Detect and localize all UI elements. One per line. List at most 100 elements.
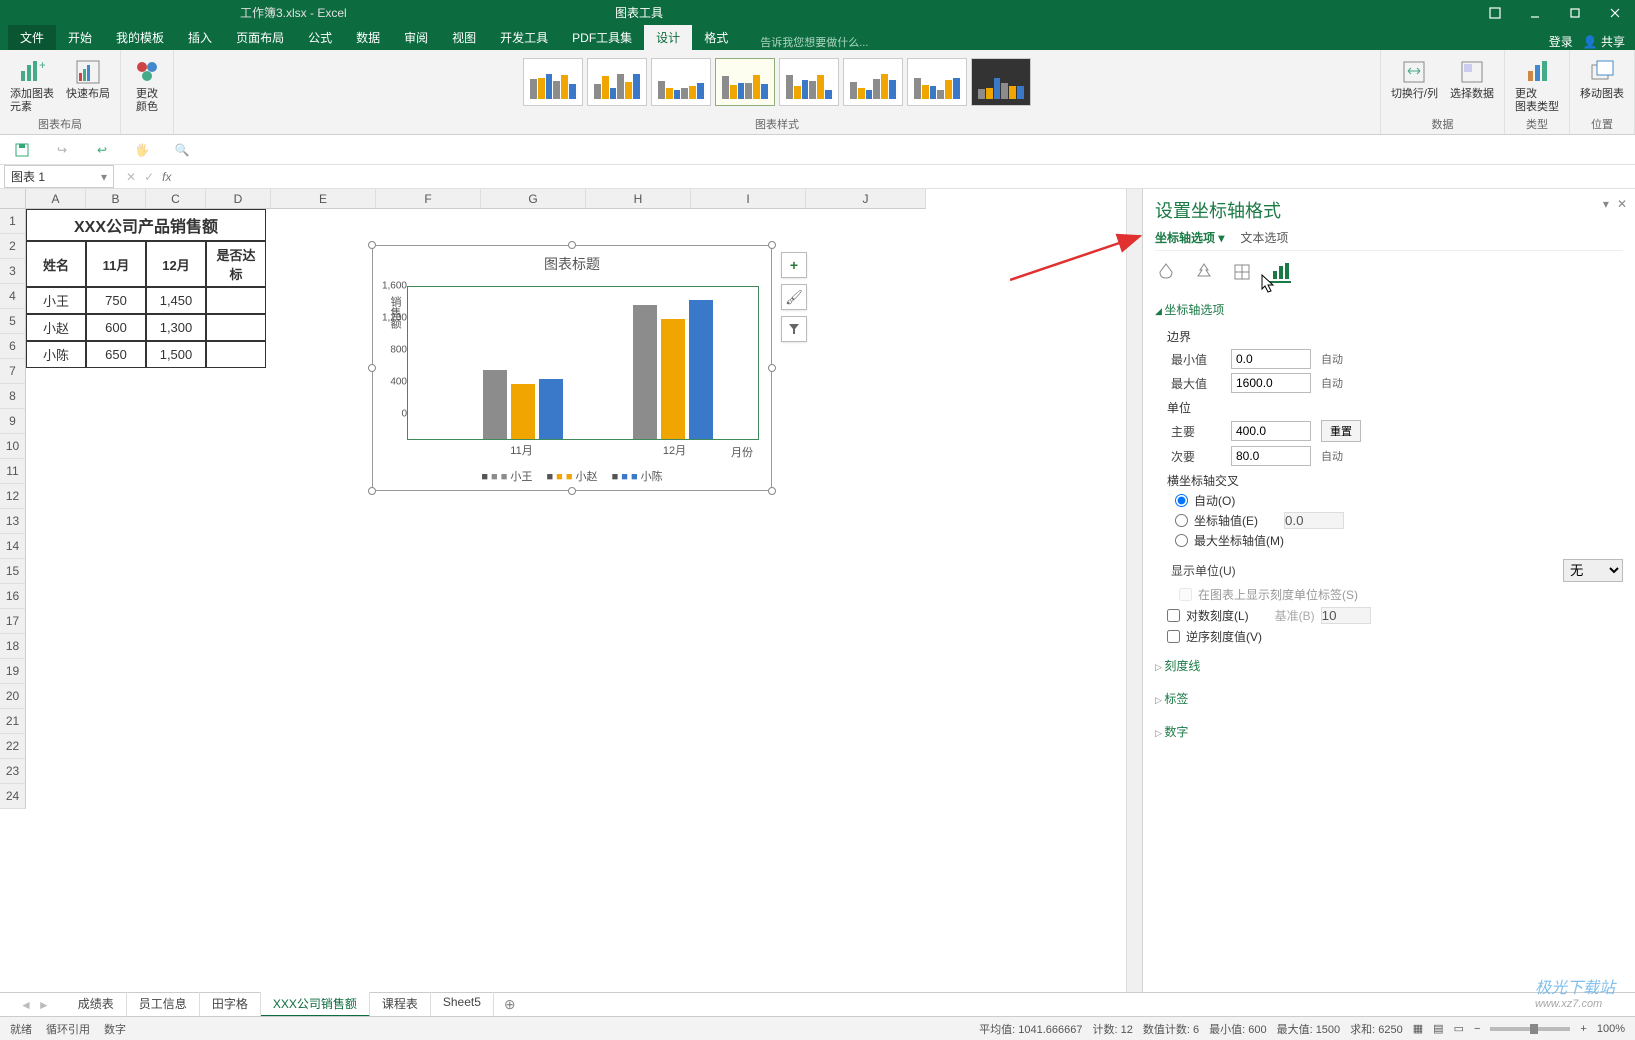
column-header[interactable]: C [146,189,206,209]
cross-value-radio[interactable] [1175,514,1188,527]
move-chart-button[interactable]: 移动图表 [1576,54,1628,103]
row-header[interactable]: 23 [0,759,26,784]
print-preview-icon[interactable]: 🔍 [172,140,192,160]
row-header[interactable]: 14 [0,534,26,559]
row-header[interactable]: 15 [0,559,26,584]
chart-x-axis-title[interactable]: 月份 [731,444,753,460]
undo-icon[interactable]: ↩ [92,140,112,160]
chart-bar[interactable] [661,319,685,439]
save-icon[interactable] [12,140,32,160]
section-number[interactable]: 数字 [1155,719,1623,744]
tab-开始[interactable]: 开始 [56,25,104,50]
chart-style-thumb[interactable] [715,58,775,106]
tab-file[interactable]: 文件 [8,25,56,50]
row-header[interactable]: 4 [0,284,26,309]
fx-icon[interactable]: fx [162,170,171,184]
enter-formula-icon[interactable]: ✓ [144,170,154,184]
tab-页面布局[interactable]: 页面布局 [224,25,296,50]
select-all-corner[interactable] [0,189,26,209]
chart-style-thumb[interactable] [587,58,647,106]
chart-style-thumb[interactable] [843,58,903,106]
display-units-select[interactable]: 无 [1563,559,1623,582]
pane-close-icon[interactable]: ✕ [1617,197,1627,211]
size-properties-icon[interactable] [1231,261,1253,283]
pane-options-icon[interactable]: ▾ [1603,197,1609,211]
login-link[interactable]: 登录 [1549,33,1573,50]
chart-bar[interactable] [511,384,535,440]
redo-icon[interactable]: ↪ [52,140,72,160]
zoom-out-icon[interactable]: − [1474,1023,1480,1035]
zoom-slider[interactable] [1490,1027,1570,1031]
tab-开发工具[interactable]: 开发工具 [488,25,560,50]
sheet-tab[interactable]: 课程表 [370,992,431,1017]
section-tick-marks[interactable]: 刻度线 [1155,653,1623,678]
resize-handle[interactable] [768,241,776,249]
column-header[interactable]: J [806,189,926,209]
axis-min-input[interactable] [1231,349,1311,369]
legend-item[interactable]: ■ 小王 [481,468,532,484]
tab-视图[interactable]: 视图 [440,25,488,50]
select-data-button[interactable]: 选择数据 [1446,54,1498,103]
row-header[interactable]: 1 [0,209,26,234]
legend-item[interactable]: ■ 小陈 [612,468,663,484]
cross-value-input[interactable] [1284,512,1344,529]
column-header[interactable]: G [481,189,586,209]
change-colors-button[interactable]: 更改 颜色 [127,54,167,116]
chart-bar[interactable] [539,379,563,439]
add-sheet-icon[interactable]: ⊕ [494,996,526,1013]
row-header[interactable]: 5 [0,309,26,334]
row-header[interactable]: 3 [0,259,26,284]
row-header[interactable]: 13 [0,509,26,534]
chart-styles-brush-icon[interactable]: 🖌 [781,284,807,310]
tab-公式[interactable]: 公式 [296,25,344,50]
embedded-chart[interactable]: 图表标题 销售额 04008001,2001,600 11月12月 月份 ■ 小… [372,245,772,491]
tab-design[interactable]: 设计 [644,25,692,50]
chart-style-thumb[interactable] [651,58,711,106]
view-normal-icon[interactable]: ▦ [1413,1022,1423,1035]
chart-bar[interactable] [633,305,657,439]
section-labels[interactable]: 标签 [1155,686,1623,711]
row-header[interactable]: 2 [0,234,26,259]
vertical-scrollbar[interactable] [1126,189,1142,992]
chart-filter-funnel-icon[interactable] [781,316,807,342]
row-header[interactable]: 9 [0,409,26,434]
chart-elements-plus-icon[interactable]: + [781,252,807,278]
formula-input[interactable] [179,169,1627,184]
chart-style-thumb[interactable] [971,58,1031,106]
major-unit-input[interactable] [1231,421,1311,441]
major-unit-reset-button[interactable]: 重置 [1321,420,1361,442]
resize-handle[interactable] [768,364,776,372]
row-header[interactable]: 19 [0,659,26,684]
share-button[interactable]: 👤 共享 [1583,33,1625,50]
chart-style-thumb[interactable] [779,58,839,106]
row-header[interactable]: 6 [0,334,26,359]
resize-handle[interactable] [368,364,376,372]
pane-tab-text-options[interactable]: 文本选项 [1240,229,1288,246]
reverse-order-checkbox[interactable] [1167,630,1180,643]
row-header[interactable]: 16 [0,584,26,609]
row-header[interactable]: 22 [0,734,26,759]
cancel-formula-icon[interactable]: ✕ [126,170,136,184]
maximize-icon[interactable] [1555,0,1595,25]
chart-style-thumb[interactable] [523,58,583,106]
sheet-tab[interactable]: 成绩表 [66,992,127,1017]
chart-styles-gallery[interactable] [519,54,1035,110]
column-header[interactable]: B [86,189,146,209]
resize-handle[interactable] [568,241,576,249]
sheet-tab[interactable]: Sheet5 [431,992,494,1017]
tab-我的模板[interactable]: 我的模板 [104,25,176,50]
chart-title[interactable]: 图表标题 [373,246,771,282]
sheet-nav-next-icon[interactable]: ► [38,998,50,1012]
add-chart-element-button[interactable]: + 添加图表 元素 [6,54,58,116]
tab-format[interactable]: 格式 [692,25,740,50]
chart-bar[interactable] [483,370,507,439]
tab-数据[interactable]: 数据 [344,25,392,50]
resize-handle[interactable] [568,487,576,495]
sheet-tab[interactable]: 田字格 [200,992,261,1017]
chart-legend[interactable]: ■ 小王■ 小赵■ 小陈 [373,468,771,484]
view-page-break-icon[interactable]: ▭ [1454,1022,1464,1035]
minimize-icon[interactable] [1515,0,1555,25]
column-header[interactable]: H [586,189,691,209]
touch-mode-icon[interactable]: 🖐 [132,140,152,160]
sheet-tab[interactable]: XXX公司销售额 [261,992,370,1017]
